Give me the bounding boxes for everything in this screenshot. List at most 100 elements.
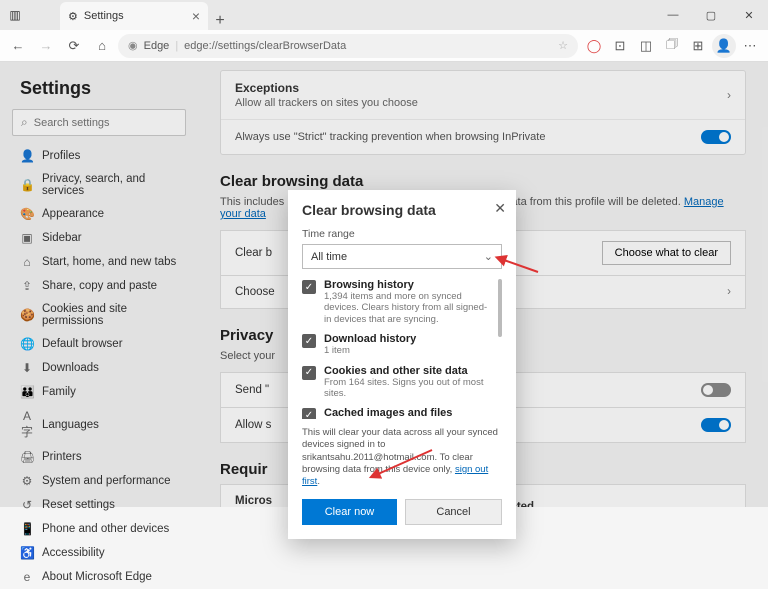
check-title: Cached images and files bbox=[324, 407, 494, 419]
nav-icon: 👤 bbox=[20, 149, 34, 163]
sidebar-item-privacy-search-and-services[interactable]: 🔒Privacy, search, and services bbox=[12, 168, 186, 202]
checklist-item[interactable]: ✓Cached images and filesFrees up less th… bbox=[302, 407, 494, 419]
dialog-close-icon[interactable]: ✕ bbox=[494, 200, 506, 217]
sidebar-item-profiles[interactable]: 👤Profiles bbox=[12, 144, 186, 168]
sidebar-item-languages[interactable]: A字Languages bbox=[12, 404, 186, 445]
time-range-label: Time range bbox=[302, 228, 502, 240]
nav-icon: ⚙ bbox=[20, 474, 34, 488]
nav-icon: 👪 bbox=[20, 385, 34, 399]
nav-icon: ⬇ bbox=[20, 361, 34, 375]
cancel-button[interactable]: Cancel bbox=[405, 499, 502, 525]
choose-what-to-clear-button[interactable]: Choose what to clear bbox=[602, 241, 731, 265]
site-info-icon[interactable]: ◉ bbox=[128, 39, 138, 52]
nav-label: Reset settings bbox=[42, 499, 115, 511]
checklist-item[interactable]: ✓Browsing history1,394 items and more on… bbox=[302, 279, 494, 325]
allow-toggle[interactable] bbox=[701, 418, 731, 432]
sidebar-item-cookies-and-site-permissions[interactable]: 🍪Cookies and site permissions bbox=[12, 298, 186, 332]
nav-label: Phone and other devices bbox=[42, 523, 169, 535]
checklist-item[interactable]: ✓Cookies and other site dataFrom 164 sit… bbox=[302, 365, 494, 400]
strict-label: Always use "Strict" tracking prevention … bbox=[235, 131, 545, 143]
sidebar-item-downloads[interactable]: ⬇ Downloads bbox=[12, 356, 186, 380]
sidebar-item-sidebar[interactable]: ▣Sidebar bbox=[12, 226, 186, 250]
gear-icon: ⚙ bbox=[68, 10, 78, 23]
nav-label: Cookies and site permissions bbox=[42, 303, 178, 327]
clear-browsing-data-dialog: ✕ Clear browsing data Time range All tim… bbox=[288, 190, 516, 539]
checkbox-checked-icon[interactable]: ✓ bbox=[302, 366, 316, 380]
close-window-button[interactable]: ✕ bbox=[730, 0, 768, 30]
clear-now-button[interactable]: Clear now bbox=[302, 499, 397, 525]
tab-close-icon[interactable]: × bbox=[192, 8, 200, 24]
maximize-button[interactable]: ▢ bbox=[692, 0, 730, 30]
tab-actions-icon[interactable]: ▥ bbox=[0, 8, 30, 22]
settings-search[interactable]: ⌕ bbox=[12, 109, 186, 136]
collections-icon[interactable]: 🗇 bbox=[660, 34, 684, 58]
sidebar-item-start-home-and-new-tabs[interactable]: ⌂Start, home, and new tabs bbox=[12, 250, 186, 274]
sidebar-item-appearance[interactable]: 🎨Appearance bbox=[12, 202, 186, 226]
dialog-scrollbar[interactable] bbox=[498, 279, 502, 337]
star-icon[interactable]: ☆ bbox=[558, 39, 568, 52]
sidebar-item-reset-settings[interactable]: ↺ Reset settings bbox=[12, 493, 186, 517]
nav-label: Family bbox=[42, 386, 76, 398]
new-tab-button[interactable]: + bbox=[208, 12, 232, 30]
checkbox-checked-icon[interactable]: ✓ bbox=[302, 280, 316, 294]
checkbox-checked-icon[interactable]: ✓ bbox=[302, 334, 316, 348]
dialog-note: This will clear your data across all you… bbox=[302, 427, 502, 489]
opera-ext-icon[interactable]: ◯ bbox=[582, 34, 606, 58]
edge-label: Edge bbox=[144, 40, 170, 52]
checklist-item[interactable]: ✓Download history1 item bbox=[302, 333, 494, 356]
time-range-select[interactable]: All time ⌄ bbox=[302, 244, 502, 269]
split-icon[interactable]: ◫ bbox=[634, 34, 658, 58]
sidebar-item-share-copy-and-paste[interactable]: ⇪Share, copy and paste bbox=[12, 274, 186, 298]
window-controls: — ▢ ✕ bbox=[654, 0, 768, 30]
strict-prevention-row: Always use "Strict" tracking prevention … bbox=[221, 119, 745, 154]
nav-label: Printers bbox=[42, 451, 82, 463]
exceptions-sub: Allow all trackers on sites you choose bbox=[235, 97, 418, 109]
checkbox-checked-icon[interactable]: ✓ bbox=[302, 408, 316, 419]
check-title: Browsing history bbox=[324, 279, 494, 291]
sidebar-item-system-and-performance[interactable]: ⚙System and performance bbox=[12, 469, 186, 493]
nav-icon: 🔒 bbox=[20, 178, 34, 192]
nav-label: Appearance bbox=[42, 208, 104, 220]
strict-toggle[interactable] bbox=[701, 130, 731, 144]
exceptions-row[interactable]: Exceptions Allow all trackers on sites y… bbox=[221, 71, 745, 119]
sidebar-item-phone-and-other-devices[interactable]: 📱 Phone and other devices bbox=[12, 517, 186, 541]
home-button[interactable]: ⌂ bbox=[90, 34, 114, 58]
check-title: Download history bbox=[324, 333, 416, 345]
dialog-title: Clear browsing data bbox=[302, 202, 502, 218]
nav-label: Downloads bbox=[42, 362, 99, 374]
tab-title: Settings bbox=[84, 10, 124, 22]
dnt-toggle[interactable] bbox=[701, 383, 731, 397]
minimize-button[interactable]: — bbox=[654, 0, 692, 30]
ext-icon-1[interactable]: ⊡ bbox=[608, 34, 632, 58]
search-input[interactable] bbox=[34, 117, 177, 129]
time-range-value: All time bbox=[311, 251, 347, 263]
cbd-section-title: Clear browsing data bbox=[220, 173, 746, 190]
check-title: Cookies and other site data bbox=[324, 365, 494, 377]
nav-icon: ↺ bbox=[20, 498, 34, 512]
sidebar-item-printers[interactable]: 🖨Printers bbox=[12, 445, 186, 469]
refresh-button[interactable]: ⟳ bbox=[62, 34, 86, 58]
address-bar[interactable]: ◉ Edge | edge://settings/clearBrowserDat… bbox=[118, 34, 578, 58]
exceptions-title: Exceptions bbox=[235, 81, 418, 95]
search-icon: ⌕ bbox=[21, 115, 28, 130]
nav-icon: 📱 bbox=[20, 522, 34, 536]
nav-icon: ⌂ bbox=[20, 255, 34, 269]
browser-toolbar: ← → ⟳ ⌂ ◉ Edge | edge://settings/clearBr… bbox=[0, 30, 768, 62]
back-button[interactable]: ← bbox=[6, 34, 30, 58]
sidebar-item-default-browser[interactable]: 🌐Default browser bbox=[12, 332, 186, 356]
nav-icon: ▣ bbox=[20, 231, 34, 245]
chevron-right-icon: › bbox=[727, 286, 731, 298]
chevron-down-icon: ⌄ bbox=[484, 250, 493, 263]
more-menu-icon[interactable]: ⋯ bbox=[738, 34, 762, 58]
ext-icon-2[interactable]: ⊞ bbox=[686, 34, 710, 58]
browser-tab[interactable]: ⚙ Settings × bbox=[60, 2, 208, 30]
forward-button: → bbox=[34, 34, 58, 58]
nav-icon: 🌐 bbox=[20, 337, 34, 351]
sidebar-item-accessibility[interactable]: ♿Accessibility bbox=[12, 541, 186, 565]
nav-icon: e bbox=[20, 570, 34, 584]
profile-avatar[interactable]: 👤 bbox=[712, 34, 736, 58]
sidebar-item-family[interactable]: 👪 Family bbox=[12, 380, 186, 404]
settings-sidebar: Settings ⌕ 👤Profiles🔒Privacy, search, an… bbox=[0, 62, 198, 507]
chevron-right-icon: › bbox=[727, 88, 731, 102]
sidebar-item-about-microsoft-edge[interactable]: eAbout Microsoft Edge bbox=[12, 565, 186, 589]
